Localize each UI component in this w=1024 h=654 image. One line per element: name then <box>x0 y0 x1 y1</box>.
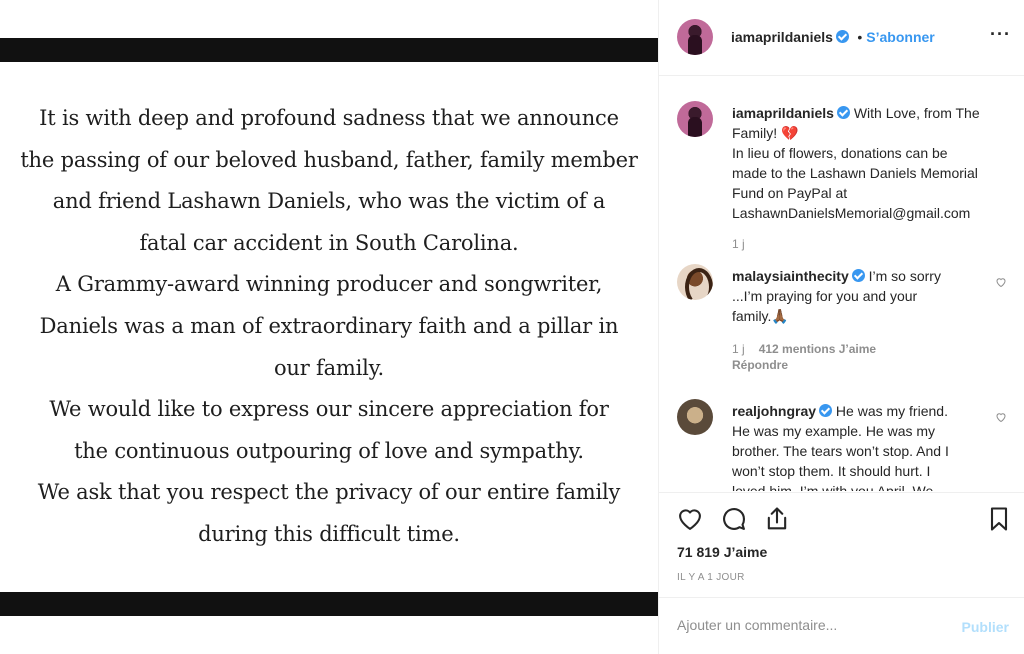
caption-meta: 1 j <box>732 237 745 251</box>
heart-icon[interactable] <box>676 505 704 533</box>
caption-time[interactable]: 1 j <box>732 237 745 251</box>
author-avatar[interactable] <box>677 19 713 55</box>
caption-line: made to the Lashawn Daniels Memorial <box>732 165 978 181</box>
comment-line: family.🙏🏾 <box>732 308 789 324</box>
caption-username[interactable]: iamaprildaniels <box>732 105 834 121</box>
header-separator: • <box>857 29 863 45</box>
image-bottom-bar <box>0 592 658 616</box>
post-timestamp[interactable]: IL Y A 1 JOUR <box>677 572 745 583</box>
comment-item: realjohngray He was my friend. He was my… <box>677 399 1007 491</box>
comment-username[interactable]: realjohngray <box>732 403 816 419</box>
comment-line: He was my example. He was my <box>732 423 936 439</box>
announcement-line: fatal car accident in South Carolina. <box>139 230 519 255</box>
comment-line: ...I’m praying for you and your <box>732 288 918 304</box>
comment-meta: 1 j 412 mentions J’aime Répondre <box>732 342 876 372</box>
caption: iamaprildaniels With Love, from The Fami… <box>677 101 1007 251</box>
header-author-row: iamaprildaniels • S’abonner <box>731 29 935 47</box>
verified-badge-icon <box>851 269 865 282</box>
comment-likes[interactable]: 412 mentions J’aime <box>759 342 876 356</box>
announcement-line: the passing of our beloved husband, fath… <box>20 147 638 172</box>
announcement-line: We would like to express our sincere app… <box>49 397 609 422</box>
post-sidebar: iamaprildaniels • S’abonner ··· iamaprild… <box>658 0 1024 654</box>
announcement-line: We ask that you respect the privacy of o… <box>37 480 621 505</box>
verified-badge-icon <box>836 106 850 119</box>
post-actions: 71 819 J’aime IL Y A 1 JOUR <box>659 492 1024 596</box>
verified-badge-icon <box>835 30 849 43</box>
announcement-line: during this difficult time. <box>198 521 460 546</box>
announcement-line: A Grammy-award winning producer and song… <box>55 272 603 297</box>
announcement-line: our family. <box>273 355 385 380</box>
follow-button[interactable]: S’abonner <box>866 29 934 45</box>
caption-line: With Love, from The <box>853 105 980 121</box>
announcement-line: and friend Lashawn Daniels, who was the … <box>52 189 606 214</box>
commenter-avatar[interactable] <box>677 264 713 300</box>
reply-button[interactable]: Répondre <box>732 358 876 372</box>
comment-line: He was my friend. <box>835 403 948 419</box>
post-image[interactable]: It is with deep and profound sadness tha… <box>0 0 658 654</box>
caption-line: Fund on PayPal at <box>732 185 848 201</box>
caption-line: Family! 💔 <box>732 125 799 141</box>
caption-line: In lieu of flowers, donations can be <box>732 145 948 161</box>
comment-line: brother. The tears won’t stop. And I <box>732 443 949 459</box>
comment-text: malaysiainthecity I’m so sorry ...I’m pr… <box>732 266 992 326</box>
comments-list[interactable]: iamaprildaniels With Love, from The Fami… <box>659 77 1024 491</box>
comment-username[interactable]: malaysiainthecity <box>732 268 849 284</box>
caption-line: LashawnDanielsMemorial@gmail.com <box>732 205 971 221</box>
post-header: iamaprildaniels • S’abonner ··· <box>659 0 1024 76</box>
comment-text: realjohngray He was my friend. He was my… <box>732 401 992 491</box>
comment-item: malaysiainthecity I’m so sorry ...I’m pr… <box>677 264 1007 374</box>
comment-time[interactable]: 1 j <box>732 342 745 356</box>
caption-avatar[interactable] <box>677 101 713 137</box>
add-comment-bar: Publier <box>659 597 1024 654</box>
likes-count[interactable]: 71 819 J’aime <box>677 544 767 560</box>
bookmark-icon[interactable] <box>985 505 1013 533</box>
share-icon[interactable] <box>763 505 791 533</box>
comment-input[interactable] <box>677 617 937 633</box>
image-top-bar <box>0 38 658 62</box>
announcement-line: It is with deep and profound sadness tha… <box>39 106 619 130</box>
publish-button[interactable]: Publier <box>962 619 1009 635</box>
announcement-line: Daniels was a man of extraordinary faith… <box>39 313 619 338</box>
comment-line: I’m so sorry <box>868 268 941 284</box>
comment-icon[interactable] <box>720 505 748 533</box>
commenter-avatar[interactable] <box>677 399 713 435</box>
caption-text: iamaprildaniels With Love, from The Fami… <box>732 103 1022 223</box>
comment-line: won’t stop them. It should hurt. I <box>732 463 931 479</box>
announcement-text: It is with deep and profound sadness tha… <box>0 98 658 556</box>
header-username[interactable]: iamaprildaniels <box>731 29 833 45</box>
comment-line: loved him. I’m with you April. We <box>732 483 934 491</box>
more-options-icon[interactable]: ··· <box>990 24 1011 45</box>
comment-like-heart-icon[interactable] <box>995 411 1007 423</box>
announcement-line: the continuous outpouring of love and sy… <box>74 438 584 463</box>
comment-like-heart-icon[interactable] <box>995 276 1007 288</box>
verified-badge-icon <box>819 404 833 417</box>
